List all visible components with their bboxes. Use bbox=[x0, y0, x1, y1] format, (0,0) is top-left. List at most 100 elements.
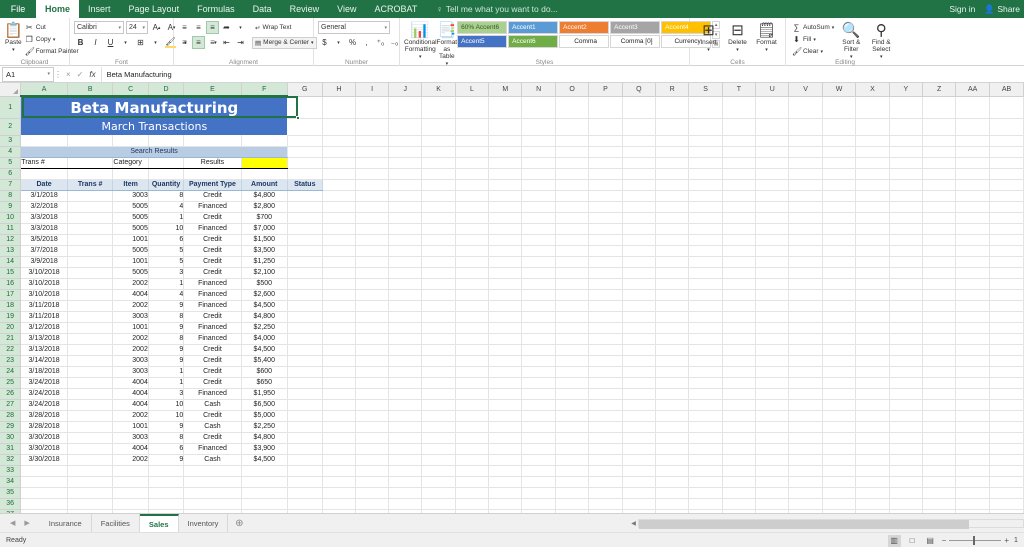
confirm-formula-icon[interactable]: ✓ bbox=[77, 70, 84, 79]
grid-cell[interactable] bbox=[555, 476, 590, 488]
search-trans-label[interactable]: Trans # bbox=[20, 157, 68, 169]
grid-cell[interactable] bbox=[622, 212, 657, 224]
grid-cell[interactable] bbox=[688, 421, 723, 433]
grid-cell[interactable] bbox=[388, 289, 423, 301]
grid-cell[interactable] bbox=[488, 190, 523, 202]
cell-date[interactable]: 3/7/2018 bbox=[20, 245, 68, 257]
formula-input[interactable]: Beta Manufacturing bbox=[100, 66, 1024, 82]
cell-trans[interactable] bbox=[67, 333, 114, 345]
grid-cell[interactable] bbox=[755, 201, 790, 213]
cell-status[interactable] bbox=[287, 333, 323, 345]
cell-trans[interactable] bbox=[67, 234, 114, 246]
grid-cell[interactable] bbox=[521, 465, 556, 477]
grid-cell[interactable] bbox=[855, 201, 890, 213]
grid-cell[interactable] bbox=[355, 322, 390, 334]
grid-cell[interactable] bbox=[922, 410, 957, 422]
cell-trans[interactable] bbox=[67, 388, 114, 400]
grid-cell[interactable] bbox=[855, 421, 890, 433]
grid-cell[interactable] bbox=[688, 245, 723, 257]
cell-status[interactable] bbox=[287, 322, 323, 334]
grid-cell[interactable] bbox=[955, 190, 991, 202]
row-header-13[interactable]: 13 bbox=[0, 245, 22, 257]
column-title-date[interactable]: Date bbox=[20, 178, 68, 191]
grid-cell[interactable] bbox=[521, 135, 556, 147]
grid-cell[interactable] bbox=[922, 432, 957, 444]
grid-cell[interactable] bbox=[688, 322, 723, 334]
grid-cell[interactable] bbox=[388, 322, 423, 334]
grid-cell[interactable] bbox=[488, 168, 523, 180]
grid-cell[interactable] bbox=[148, 168, 185, 180]
grid-cell[interactable] bbox=[521, 421, 556, 433]
ribbon-tab-view[interactable]: View bbox=[328, 0, 365, 18]
grid-cell[interactable] bbox=[521, 333, 556, 345]
cell-trans[interactable] bbox=[67, 344, 114, 356]
cell-status[interactable] bbox=[287, 366, 323, 378]
grid-cell[interactable] bbox=[521, 96, 556, 119]
grid-cell[interactable] bbox=[688, 278, 723, 290]
grid-cell[interactable] bbox=[622, 333, 657, 345]
grid-cell[interactable] bbox=[989, 344, 1024, 356]
column-header-u[interactable]: U bbox=[755, 83, 790, 97]
delete-cells-button[interactable]: ⊟ Delete ▾ bbox=[723, 21, 752, 53]
cell-status[interactable] bbox=[287, 267, 323, 279]
grid-cell[interactable] bbox=[989, 245, 1024, 257]
table-row[interactable]: 30 3/30/2018 3003 8 Credit $4,800 bbox=[0, 432, 1024, 444]
grid-cell[interactable] bbox=[755, 377, 790, 389]
grid-cell[interactable] bbox=[855, 289, 890, 301]
grid-cell[interactable] bbox=[421, 344, 456, 356]
grid-cell[interactable] bbox=[788, 476, 823, 488]
grid-cell[interactable] bbox=[688, 146, 723, 158]
grid-cell[interactable] bbox=[355, 355, 390, 367]
cell-amount[interactable]: $4,500 bbox=[241, 300, 288, 312]
table-row[interactable]: 21 3/13/2018 2002 8 Financed $4,000 bbox=[0, 333, 1024, 345]
grid-cell[interactable] bbox=[421, 377, 456, 389]
grid-cell[interactable] bbox=[488, 267, 523, 279]
grid-cell[interactable] bbox=[889, 421, 923, 433]
grid-cell[interactable] bbox=[521, 311, 556, 323]
grid-cell[interactable] bbox=[421, 366, 456, 378]
grid-cell[interactable] bbox=[622, 179, 657, 191]
grid-cell[interactable] bbox=[722, 256, 757, 268]
cell-payment-type[interactable]: Credit bbox=[183, 256, 242, 268]
cell-date[interactable]: 3/30/2018 bbox=[20, 432, 68, 444]
grid-cell[interactable] bbox=[822, 201, 857, 213]
grid-cell[interactable] bbox=[488, 201, 523, 213]
grid-cell[interactable] bbox=[521, 366, 556, 378]
grid-cell[interactable] bbox=[755, 454, 790, 466]
grid-cell[interactable] bbox=[148, 465, 185, 477]
column-header-ab[interactable]: AB bbox=[989, 83, 1024, 97]
grid-cell[interactable] bbox=[622, 465, 657, 477]
cell-payment-type[interactable]: Financed bbox=[183, 278, 242, 290]
zoom-out-button[interactable]: − bbox=[942, 536, 947, 545]
cell-quantity[interactable]: 1 bbox=[148, 278, 185, 290]
grid-cell[interactable] bbox=[955, 498, 991, 510]
cell-payment-type[interactable]: Credit bbox=[183, 432, 242, 444]
cell-payment-type[interactable]: Cash bbox=[183, 399, 242, 411]
grid-cell[interactable] bbox=[555, 289, 590, 301]
column-header-p[interactable]: P bbox=[588, 83, 623, 97]
grid-cell[interactable] bbox=[322, 157, 357, 169]
style-accent5[interactable]: Accent5 bbox=[457, 35, 508, 48]
bold-button[interactable]: B bbox=[74, 36, 87, 49]
grid-cell[interactable] bbox=[388, 278, 423, 290]
grid-cell[interactable] bbox=[788, 498, 823, 510]
grid-cell[interactable] bbox=[822, 322, 857, 334]
grid-cell[interactable] bbox=[322, 311, 357, 323]
cell-trans[interactable] bbox=[67, 432, 114, 444]
grid-cell[interactable] bbox=[655, 355, 690, 367]
grid-cell[interactable] bbox=[588, 344, 623, 356]
grid-cell[interactable] bbox=[588, 322, 623, 334]
cell-status[interactable] bbox=[287, 344, 323, 356]
row-header-4[interactable]: 4 bbox=[0, 146, 22, 158]
table-row[interactable]: 12 3/5/2018 1001 6 Credit $1,500 bbox=[0, 234, 1024, 246]
cell-status[interactable] bbox=[287, 212, 323, 224]
grid-cell[interactable] bbox=[388, 179, 423, 191]
grid-cell[interactable] bbox=[322, 366, 357, 378]
cell-item[interactable]: 1001 bbox=[112, 256, 149, 268]
grid-cell[interactable] bbox=[922, 201, 957, 213]
grid-cell[interactable] bbox=[955, 443, 991, 455]
grid-cell[interactable] bbox=[622, 135, 657, 147]
grid-cell[interactable] bbox=[388, 377, 423, 389]
row-header-12[interactable]: 12 bbox=[0, 234, 22, 246]
grid-cell[interactable] bbox=[488, 465, 523, 477]
